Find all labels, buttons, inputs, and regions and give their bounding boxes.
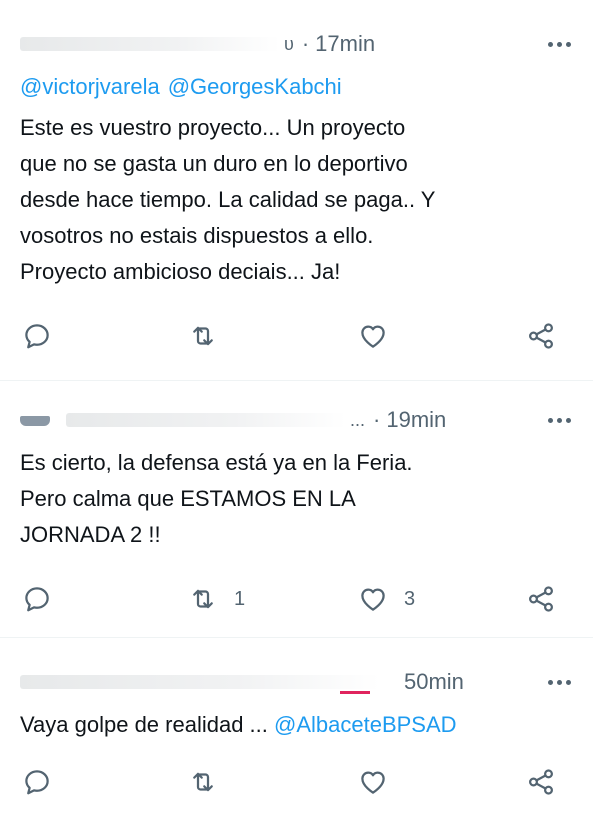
share-button[interactable] (526, 581, 556, 617)
separator-dot: · (301, 31, 310, 56)
mention-link[interactable]: @victorjvarela (20, 74, 160, 99)
author-name-redacted[interactable] (20, 675, 380, 689)
retweet-icon (193, 326, 213, 346)
tweet[interactable]: ᴜ · 17min @victorjvarela @GeorgesKabchi E… (0, 0, 593, 381)
heart-icon (361, 771, 385, 794)
tweet-header: 50min (20, 662, 575, 702)
retweet-icon (193, 772, 213, 792)
tweet[interactable]: ... · 19min Es cierto, la defensa está y… (0, 381, 593, 638)
like-button[interactable] (358, 764, 404, 800)
tweet-text: Vaya golpe de realidad ... @AlbaceteBPSA… (20, 712, 457, 738)
reply-icon (25, 587, 49, 612)
retweet-button[interactable] (188, 318, 234, 354)
like-count: 3 (404, 587, 416, 610)
share-icon (528, 769, 554, 795)
like-button[interactable] (358, 318, 404, 354)
retweet-button[interactable]: 1 (188, 581, 245, 617)
redaction-mark (340, 690, 370, 694)
tweet-text-plain: Vaya golpe de realidad ... (20, 712, 268, 737)
mention-link[interactable]: @AlbaceteBPSAD (274, 712, 457, 737)
tweet-header: ... · 19min (20, 400, 575, 440)
reply-icon (25, 770, 49, 795)
reply-button[interactable] (22, 581, 52, 617)
tweet-actions: 1 3 (0, 581, 593, 617)
tweet-text: Es cierto, la defensa está ya en la Feri… (20, 450, 413, 547)
timestamp[interactable]: 19min (386, 407, 446, 433)
reply-button[interactable] (22, 764, 52, 800)
share-button[interactable] (526, 318, 556, 354)
more-icon[interactable] (545, 408, 575, 432)
timestamp[interactable]: 50min (404, 669, 464, 695)
retweet-button[interactable] (188, 764, 234, 800)
more-icon[interactable] (545, 670, 575, 694)
author-avatar-fragment (20, 412, 60, 428)
share-button[interactable] (526, 764, 556, 800)
heart-icon (361, 325, 385, 348)
reply-mentions: @victorjvarela @GeorgesKabchi (20, 74, 350, 100)
tweet[interactable]: 50min Vaya golpe de realidad ... @Albace… (0, 638, 593, 820)
like-button[interactable]: 3 (358, 581, 415, 617)
author-name-redacted[interactable] (20, 37, 280, 51)
retweet-icon (193, 589, 213, 609)
author-handle-truncated: ᴜ (284, 33, 294, 54)
tweet-header: ᴜ · 17min (20, 24, 575, 64)
heart-icon (361, 588, 385, 611)
reply-icon (25, 324, 49, 349)
timestamp[interactable]: 17min (315, 31, 375, 57)
share-icon (528, 586, 554, 612)
more-icon[interactable] (545, 32, 575, 56)
separator-dot: · (373, 407, 381, 432)
tweet-text: Este es vuestro proyecto... Un proyecto … (20, 115, 436, 284)
tweet-actions (0, 764, 593, 800)
reply-button[interactable] (22, 318, 52, 354)
tweet-actions (0, 318, 593, 354)
share-icon (528, 323, 554, 349)
mention-link[interactable]: @GeorgesKabchi (168, 74, 342, 99)
author-name-redacted[interactable] (66, 413, 346, 427)
retweet-count: 1 (234, 587, 246, 610)
author-handle-truncated: ... (350, 409, 366, 430)
